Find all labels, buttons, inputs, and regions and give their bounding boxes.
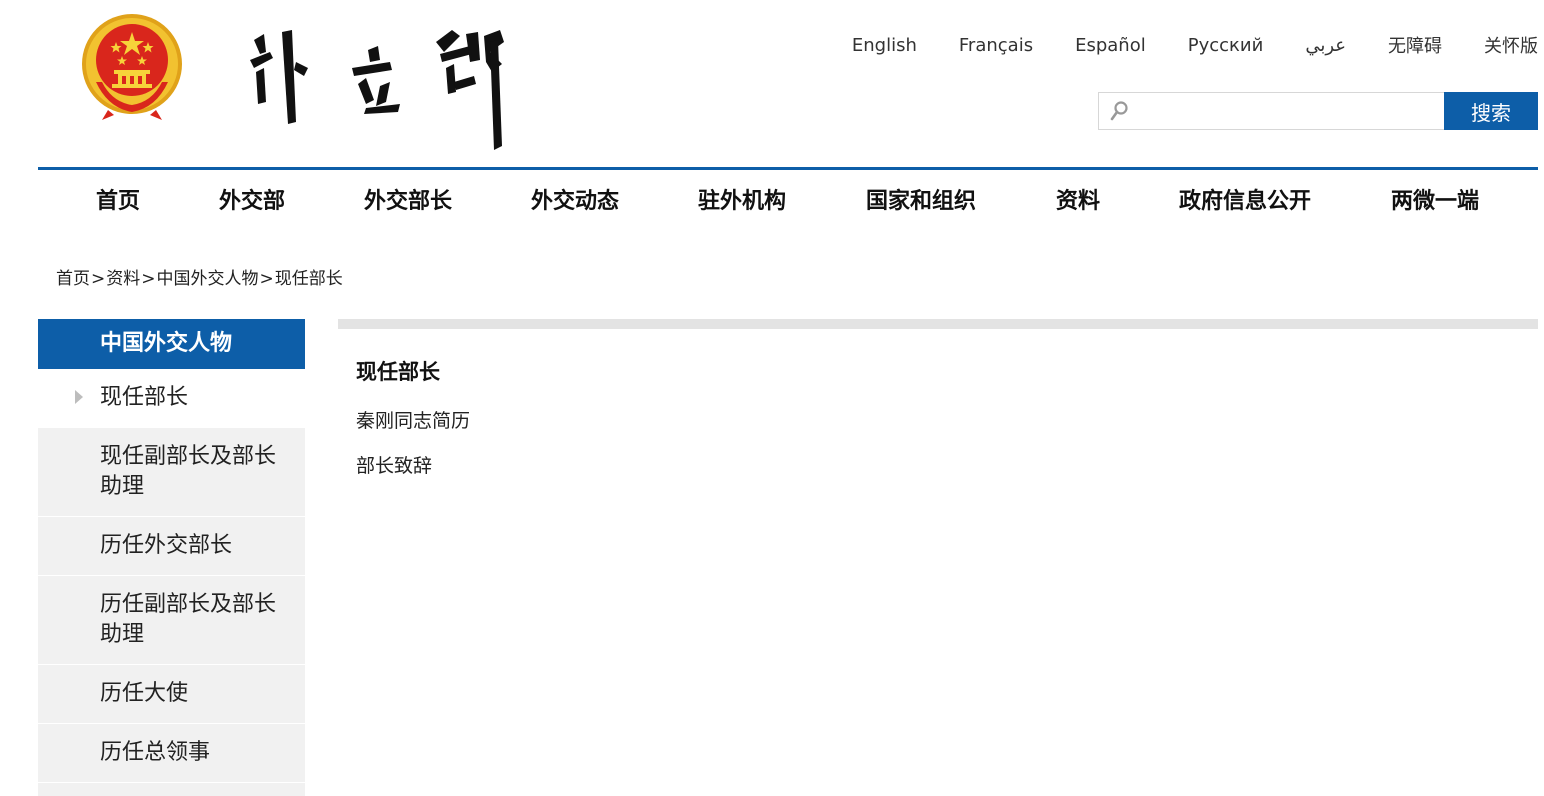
language-bar: English Français Español Русский عربي 无障… [852, 32, 1538, 58]
sidebar-item-former-consuls-general[interactable]: 历任总领事 [38, 724, 305, 783]
nav-item-resources[interactable]: 资料 [1056, 170, 1100, 234]
national-emblem-icon[interactable] [78, 12, 186, 124]
breadcrumb-current-minister[interactable]: 现任部长 [275, 269, 343, 289]
triangle-right-icon [75, 390, 83, 404]
sidebar-item-former-vice-ministers[interactable]: 历任副部长及部长助理 [38, 576, 305, 665]
search-field [1098, 92, 1444, 130]
sidebar-item-current-minister[interactable]: 现任部长 [38, 369, 305, 428]
accessibility-link[interactable]: 无障碍 [1388, 32, 1442, 58]
nav-item-minister[interactable]: 外交部长 [364, 170, 452, 234]
breadcrumb-diplomatic-figures[interactable]: 中国外交人物 [157, 269, 259, 289]
lang-english-link[interactable]: English [852, 35, 917, 56]
nav-item-social-media[interactable]: 两微一端 [1391, 170, 1479, 234]
ministry-calligraphy-logo[interactable] [240, 12, 525, 154]
search-icon [1110, 101, 1128, 121]
nav-item-missions-abroad[interactable]: 驻外机构 [698, 170, 786, 234]
nav-item-government-information[interactable]: 政府信息公开 [1179, 170, 1311, 234]
nav-item-home[interactable]: 首页 [96, 170, 140, 234]
sidebar-item-label: 历任外交部长 [100, 533, 233, 558]
sidebar-item-label: 历任大使 [100, 681, 189, 706]
lang-spanish-link[interactable]: Español [1075, 35, 1146, 56]
nav-item-ministry[interactable]: 外交部 [219, 170, 285, 234]
content-header-bar [338, 319, 1538, 329]
nav-item-countries-organizations[interactable]: 国家和组织 [866, 170, 976, 234]
search-bar: 搜索 [1098, 92, 1538, 130]
content-link-resume[interactable]: 秦刚同志简历 [356, 406, 470, 433]
page: English Français Español Русский عربي 无障… [0, 0, 1544, 796]
main-nav: 首页 外交部 外交部长 外交动态 驻外机构 国家和组织 资料 政府信息公开 两微… [38, 170, 1538, 234]
lang-french-link[interactable]: Français [959, 35, 1033, 56]
breadcrumb-separator: > [259, 269, 274, 289]
elder-care-version-link[interactable]: 关怀版 [1484, 32, 1538, 58]
sidebar-title: 中国外交人物 [38, 319, 305, 369]
search-input[interactable] [1131, 95, 1444, 127]
sidebar: 中国外交人物 现任部长 现任副部长及部长助理 历任外交部长 历任副部长及部长助理… [38, 319, 305, 796]
sidebar-item-former-ministers[interactable]: 历任外交部长 [38, 517, 305, 576]
content-link-speech[interactable]: 部长致辞 [356, 451, 432, 478]
sidebar-item-label: 现任副部长及部长助理 [100, 444, 277, 499]
content-title: 现任部长 [356, 360, 440, 384]
lang-arabic-link[interactable]: عربي [1305, 35, 1346, 56]
breadcrumb-home[interactable]: 首页 [56, 269, 90, 289]
sidebar-item-label: 历任副部长及部长助理 [100, 592, 277, 647]
breadcrumb-separator: > [141, 269, 156, 289]
sidebar-item-former-ambassadors[interactable]: 历任大使 [38, 665, 305, 724]
sidebar-item-label: 现任部长 [100, 385, 189, 410]
breadcrumb: 首页>资料>中国外交人物>现任部长 [56, 264, 343, 289]
breadcrumb-separator: > [91, 269, 106, 289]
breadcrumb-resources[interactable]: 资料 [106, 269, 140, 289]
search-button[interactable]: 搜索 [1444, 92, 1538, 130]
lang-russian-link[interactable]: Русский [1188, 35, 1264, 56]
sidebar-item-current-vice-ministers[interactable]: 现任副部长及部长助理 [38, 428, 305, 517]
sidebar-item-label: 历任总领事 [100, 740, 211, 765]
nav-item-diplomatic-news[interactable]: 外交动态 [531, 170, 619, 234]
